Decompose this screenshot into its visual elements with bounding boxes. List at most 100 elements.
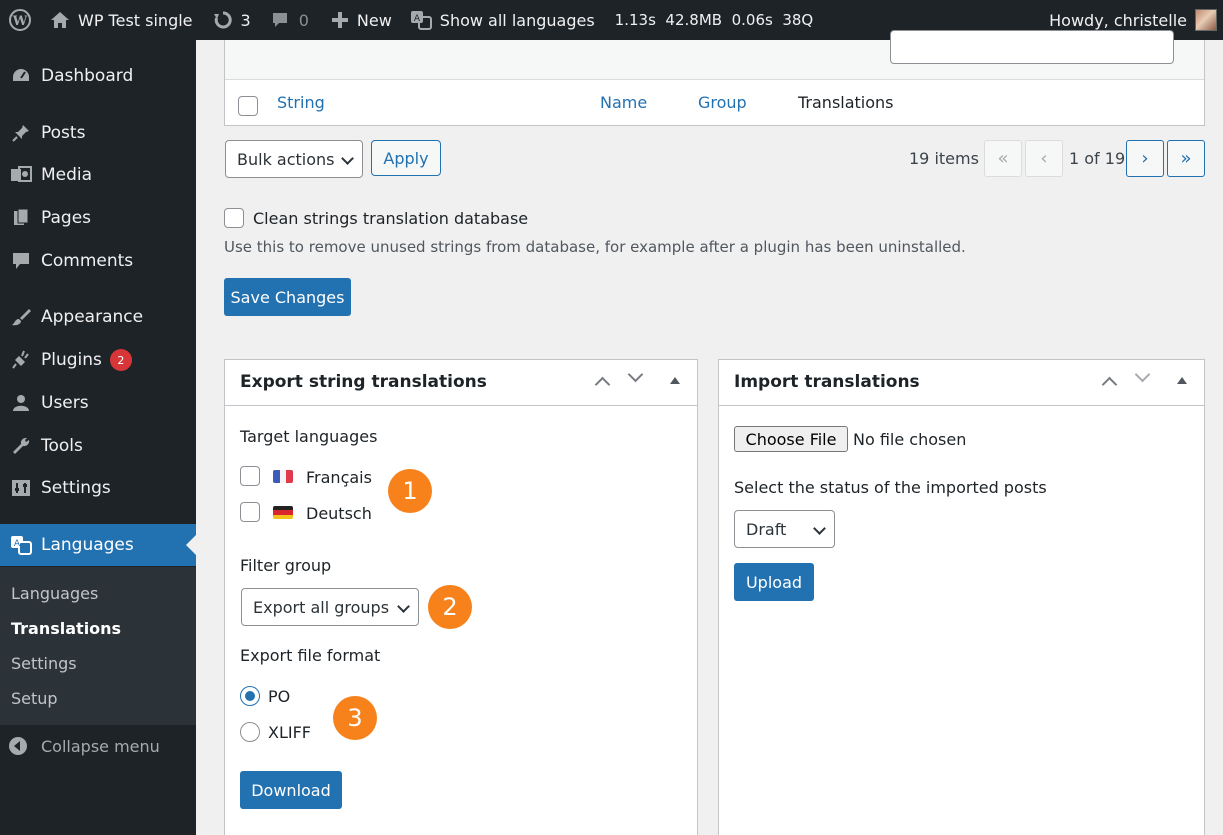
import-postbox: Import translations Choose File No file … <box>718 359 1205 835</box>
wrench-icon <box>0 436 41 456</box>
menu-appearance[interactable]: Appearance <box>0 297 196 337</box>
menu-label: Media <box>41 165 93 185</box>
move-down-button[interactable] <box>1134 366 1151 383</box>
site-name-link[interactable]: WP Test single <box>50 0 193 40</box>
language-label-de: Deutsch <box>306 504 372 523</box>
admin-sidebar: Dashboard Posts Media Pages Comments App… <box>0 40 196 835</box>
dashboard-icon <box>0 66 41 86</box>
chevron-down-icon <box>627 366 644 383</box>
import-status-select[interactable]: Draft <box>734 510 835 548</box>
menu-label: Settings <box>41 478 111 498</box>
column-group[interactable]: Group <box>698 93 747 112</box>
menu-pages[interactable]: Pages <box>0 198 196 238</box>
filter-group-label: Filter group <box>240 556 332 575</box>
submenu-settings[interactable]: Settings <box>11 654 77 673</box>
last-page-button[interactable]: » <box>1167 140 1205 177</box>
toggle-panel-button[interactable] <box>670 377 680 384</box>
menu-comments[interactable]: Comments <box>0 241 196 281</box>
svg-text:W: W <box>12 14 28 29</box>
language-checkbox-de[interactable] <box>240 502 260 522</box>
submenu-translations[interactable]: Translations <box>11 619 121 638</box>
bulk-actions-select[interactable]: Bulk actions <box>225 140 363 178</box>
svg-text:A: A <box>414 14 421 24</box>
languages-submenu: Languages Translations Settings Setup <box>0 567 196 725</box>
language-switcher[interactable]: A Show all languages <box>410 0 595 40</box>
move-down-button[interactable] <box>627 366 644 383</box>
chevron-down-icon <box>813 522 826 535</box>
export-title: Export string translations <box>240 372 487 392</box>
comments-link[interactable]: 0 <box>271 0 309 40</box>
pages-icon <box>0 208 41 228</box>
format-radio-xliff[interactable] <box>240 722 260 742</box>
download-button[interactable]: Download <box>240 771 342 809</box>
avatar <box>1195 9 1217 31</box>
main-content: String Name Group Translations Bulk acti… <box>196 30 1223 835</box>
menu-media[interactable]: Media <box>0 155 196 195</box>
table-filter-area <box>225 30 1204 80</box>
collapse-triangle-icon <box>1177 377 1187 384</box>
new-content-link[interactable]: New <box>331 0 392 40</box>
plugin-icon <box>0 350 41 370</box>
menu-label: Users <box>41 393 89 413</box>
comments-icon <box>0 251 41 271</box>
upload-button[interactable]: Upload <box>734 563 814 601</box>
collapse-arrow-icon <box>0 736 36 756</box>
translation-textarea[interactable] <box>890 30 1174 64</box>
column-name[interactable]: Name <box>600 93 647 112</box>
new-label: New <box>356 10 392 30</box>
home-icon <box>50 11 70 29</box>
greeting: Howdy, christelle <box>1049 10 1187 30</box>
language-checkbox-fr[interactable] <box>240 466 260 486</box>
save-changes-button[interactable]: Save Changes <box>224 278 351 316</box>
menu-posts[interactable]: Posts <box>0 113 196 153</box>
column-translations: Translations <box>798 93 894 112</box>
export-format-label: Export file format <box>240 646 381 665</box>
menu-settings[interactable]: Settings <box>0 468 196 508</box>
chevron-up-icon <box>1101 376 1118 393</box>
menu-label: Appearance <box>41 307 144 327</box>
collapse-menu-button[interactable]: Collapse menu <box>0 733 196 759</box>
wordpress-logo-icon[interactable]: W <box>0 0 40 40</box>
page-info: 1 of 19 <box>1069 149 1126 168</box>
filter-group-value: Export all groups <box>253 597 390 617</box>
menu-users[interactable]: Users <box>0 383 196 423</box>
menu-tools[interactable]: Tools <box>0 426 196 466</box>
updates-link[interactable]: 3 <box>213 0 251 40</box>
query-monitor-stats[interactable]: 1.13s 42.8MB 0.06s 38Q <box>615 0 814 40</box>
menu-label: Pages <box>41 208 92 228</box>
move-up-button[interactable] <box>1101 373 1118 393</box>
export-postbox: Export string translations Target langua… <box>224 359 698 835</box>
chevron-down-icon <box>1134 366 1151 383</box>
menu-languages[interactable]: A Languages <box>0 524 196 566</box>
column-string[interactable]: String <box>277 93 325 112</box>
germany-flag-icon <box>273 506 293 519</box>
select-all-checkbox[interactable] <box>238 96 258 116</box>
first-page-button[interactable]: « <box>984 140 1022 177</box>
move-up-button[interactable] <box>594 373 611 393</box>
menu-dashboard[interactable]: Dashboard <box>0 56 196 96</box>
user-icon <box>0 393 41 413</box>
format-label-xliff: XLIFF <box>268 723 311 742</box>
import-title: Import translations <box>734 372 920 392</box>
pin-icon <box>0 123 41 143</box>
format-radio-po[interactable] <box>240 686 260 706</box>
plugin-update-badge: 2 <box>109 349 132 371</box>
choose-file-button[interactable]: Choose File <box>734 426 848 452</box>
comment-bubble-icon <box>271 11 289 29</box>
translate-icon: A <box>0 535 41 555</box>
submenu-languages[interactable]: Languages <box>11 584 98 603</box>
filter-group-select[interactable]: Export all groups <box>241 588 419 626</box>
menu-plugins[interactable]: Plugins 2 <box>0 340 196 380</box>
languages-label: Show all languages <box>439 10 595 30</box>
menu-label: Tools <box>41 436 83 456</box>
apply-button[interactable]: Apply <box>371 140 441 176</box>
updates-icon <box>213 10 233 30</box>
import-status-label: Select the status of the imported posts <box>734 478 1047 497</box>
prev-page-button[interactable]: ‹ <box>1025 140 1063 177</box>
clean-database-checkbox[interactable] <box>224 208 244 228</box>
toggle-panel-button[interactable] <box>1177 377 1187 384</box>
submenu-setup[interactable]: Setup <box>11 689 58 708</box>
chevron-down-icon <box>397 600 410 613</box>
next-page-button[interactable]: › <box>1126 140 1164 177</box>
menu-label: Comments <box>41 251 134 271</box>
